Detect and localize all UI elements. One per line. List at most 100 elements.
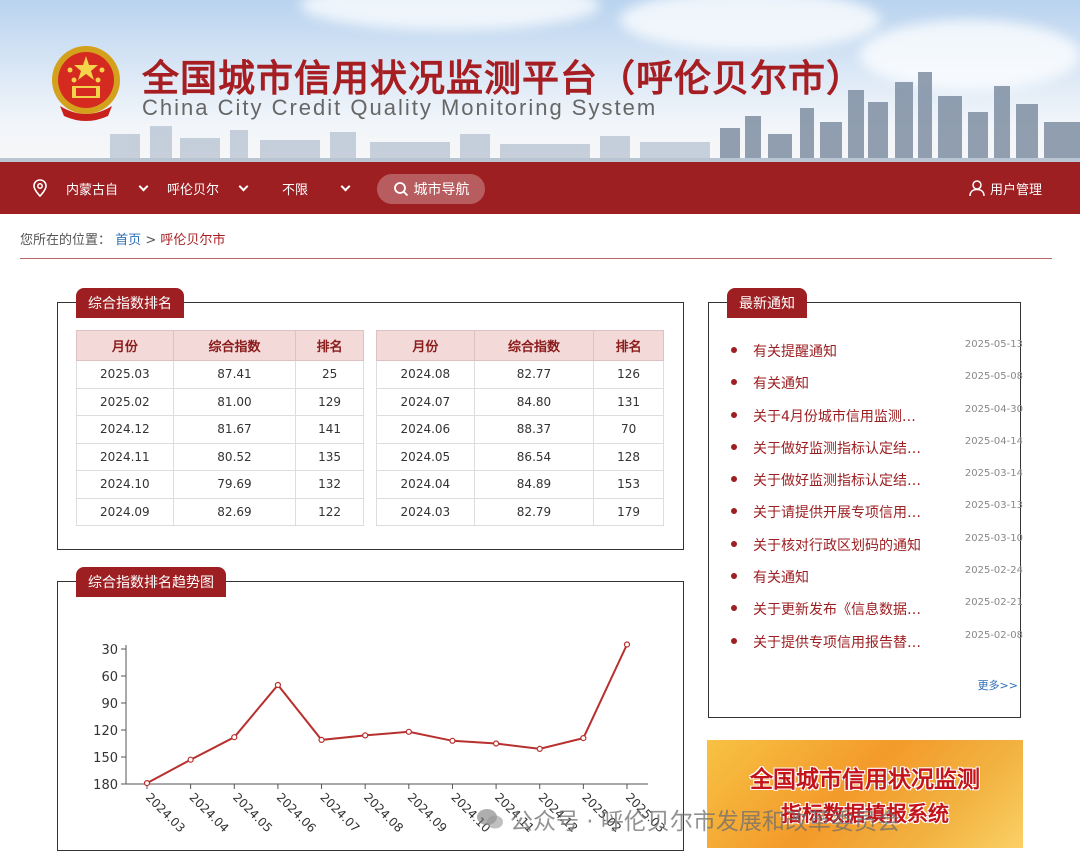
rank-cell: 129 (295, 387, 364, 416)
notice-title[interactable]: 有关通知 (753, 567, 949, 587)
x-tick-label: 2024.06 (274, 790, 319, 835)
index-cell: 84.89 (473, 470, 595, 499)
month-cell: 2025.03 (76, 360, 174, 389)
notice-date: 2025-03-10 (964, 532, 1023, 544)
notice-date: 2025-05-13 (964, 339, 1023, 350)
notices-panel: 最新通知 有关提醒通知 2025-05-13 有关通知 2025-05-08 关于4月份… (708, 288, 1023, 718)
table-header-index: 综合指数 (172, 330, 297, 361)
month-cell: 2024.04 (376, 470, 475, 499)
notice-item[interactable]: 关于4月份城市信用监测… 2025-04-30 (731, 404, 1023, 436)
notice-title[interactable]: 关于做好监测指标认定结… (753, 470, 949, 490)
ranking-panel: 综合指数排名 月份 综合指数 排名 2025.03 87.41 25 2025.02 8… (57, 288, 684, 550)
site-title: 全国城市信用状况监测平台（呼伦贝尔市） (142, 57, 864, 100)
y-tick-label: 60 (101, 670, 118, 685)
index-cell: 81.67 (172, 415, 297, 444)
ranking-panel-tab: 综合指数排名 (76, 288, 184, 318)
notice-title[interactable]: 关于提供专项信用报告替… (753, 632, 949, 652)
x-tick-label: 2024.09 (405, 790, 450, 835)
rank-cell: 141 (295, 415, 364, 444)
breadcrumb-separator: > (145, 233, 157, 248)
x-tick-label: 2024.08 (361, 790, 406, 835)
notice-item[interactable]: 有关提醒通知 2025-05-13 (731, 339, 1023, 371)
y-tick-label: 30 (101, 643, 118, 658)
notice-title[interactable]: 有关通知 (753, 373, 949, 393)
notice-date: 2025-02-08 (964, 629, 1023, 641)
data-point (536, 745, 543, 752)
notice-title[interactable]: 关于更新发布《信息数据… (753, 599, 949, 619)
data-point (580, 735, 587, 742)
index-cell: 81.00 (172, 387, 297, 416)
table-row: 2024.03 82.79 179 (376, 497, 664, 526)
notice-title[interactable]: 关于4月份城市信用监测… (753, 406, 949, 426)
province-select[interactable]: 内蒙古自 (66, 162, 118, 214)
notice-item[interactable]: 有关通知 2025-02-24 (731, 565, 1023, 597)
notice-item[interactable]: 关于请提供开展专项信用… 2025-03-13 (731, 500, 1023, 532)
index-cell: 86.54 (473, 442, 595, 471)
notice-title[interactable]: 关于核对行政区划码的通知 (753, 535, 949, 555)
rank-cell: 70 (593, 415, 664, 444)
more-notices-link[interactable]: 更多>> (978, 677, 1018, 693)
user-manage-link[interactable]: 用户管理 (968, 162, 1042, 214)
table-row: 2024.07 84.80 131 (376, 387, 664, 416)
table-row: 2024.10 79.69 132 (76, 470, 364, 499)
month-cell: 2024.09 (76, 497, 174, 526)
table-header-month: 月份 (376, 330, 475, 361)
notice-item[interactable]: 关于提供专项信用报告替… 2025-02-08 (731, 630, 1023, 662)
city-nav-label: 城市导航 (413, 182, 470, 198)
notice-item[interactable]: 关于核对行政区划码的通知 2025-03-10 (731, 533, 1023, 565)
x-tick-label: 2024.05 (230, 790, 275, 835)
bullet-dot-icon (731, 347, 737, 353)
index-cell: 88.37 (473, 415, 595, 444)
bullet-dot-icon (731, 637, 737, 644)
ranking-table-right: 月份 综合指数 排名 2024.08 82.77 126 2024.07 84.80 13… (376, 330, 664, 526)
data-point (318, 736, 325, 743)
county-select[interactable]: 不限 (282, 162, 308, 214)
index-cell: 87.41 (172, 360, 297, 389)
search-icon (393, 182, 408, 197)
notice-date: 2025-02-21 (964, 597, 1023, 609)
city-select[interactable]: 呼伦贝尔 (167, 162, 219, 214)
city-nav-button[interactable]: 城市导航 (377, 174, 485, 204)
table-row: 2025.02 81.00 129 (76, 387, 364, 416)
breadcrumb-home-link[interactable]: 首页 (115, 233, 141, 248)
bullet-dot-icon (731, 573, 737, 580)
province-chevron-down-icon[interactable] (138, 162, 149, 214)
y-tick-label: 120 (93, 724, 118, 739)
table-row: 2024.05 86.54 128 (376, 442, 664, 471)
data-point (231, 734, 238, 741)
month-cell: 2024.12 (76, 415, 174, 444)
notice-title[interactable]: 关于做好监测指标认定结… (753, 438, 949, 458)
notice-item[interactable]: 关于做好监测指标认定结… 2025-03-14 (731, 468, 1023, 500)
month-cell: 2024.07 (376, 387, 475, 416)
notices-panel-tab: 最新通知 (727, 288, 807, 318)
location-pin-icon (33, 179, 47, 197)
notice-item[interactable]: 关于做好监测指标认定结… 2025-04-14 (731, 436, 1023, 468)
city-chevron-down-icon[interactable] (238, 162, 249, 214)
rank-cell: 132 (295, 470, 364, 499)
notice-title[interactable]: 有关提醒通知 (753, 341, 949, 361)
notice-item[interactable]: 有关通知 2025-05-08 (731, 371, 1023, 403)
notice-date: 2025-03-14 (964, 468, 1023, 480)
notice-date: 2025-02-24 (964, 565, 1023, 577)
rank-series-line (146, 644, 628, 784)
province-select-label: 内蒙古自 (66, 182, 119, 198)
rank-cell: 122 (295, 497, 364, 526)
national-emblem-icon (52, 46, 120, 121)
county-chevron-down-icon[interactable] (340, 162, 351, 214)
table-row: 2024.09 82.69 122 (76, 497, 364, 526)
notice-item[interactable]: 关于更新发布《信息数据… 2025-02-21 (731, 597, 1023, 629)
notice-date: 2025-04-30 (964, 403, 1023, 415)
breadcrumb-prefix: 您所在的位置： (20, 233, 112, 248)
index-cell: 79.69 (172, 470, 297, 499)
breadcrumb-divider (20, 258, 1052, 259)
x-tick-label: 2024.07 (317, 790, 362, 835)
month-cell: 2024.08 (376, 360, 475, 389)
notice-title[interactable]: 关于请提供开展专项信用… (753, 502, 949, 522)
month-cell: 2024.06 (376, 415, 475, 444)
county-select-label: 不限 (282, 182, 309, 198)
index-cell: 84.80 (473, 387, 595, 416)
index-cell: 82.79 (473, 497, 595, 526)
data-point (492, 740, 500, 747)
notice-date: 2025-04-14 (964, 435, 1023, 447)
breadcrumb-current: 呼伦贝尔市 (160, 233, 226, 248)
